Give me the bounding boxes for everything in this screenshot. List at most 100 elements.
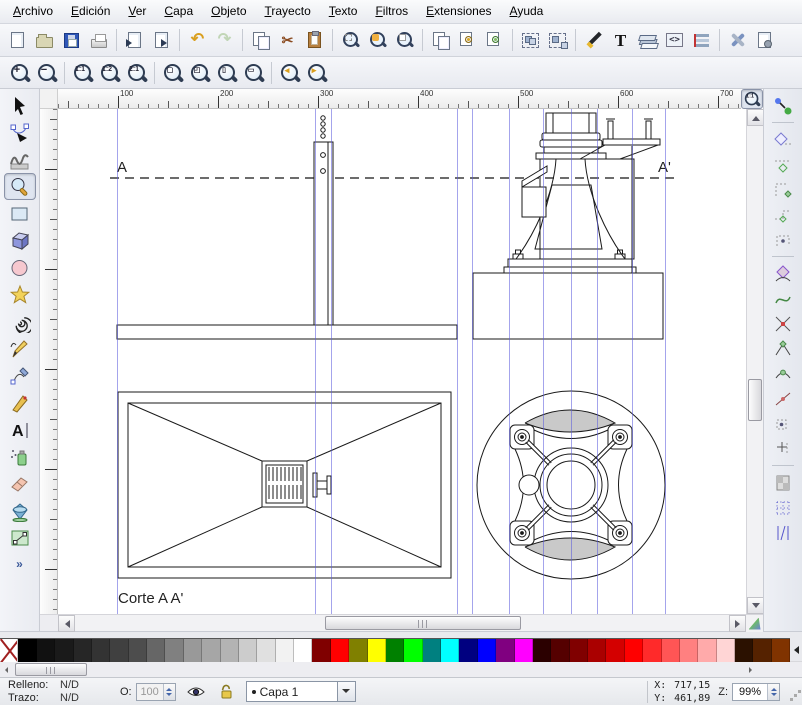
fill-stroke-indicator[interactable]: Relleno: N/D Trazo: N/D (8, 679, 94, 705)
palette-swatch[interactable] (147, 639, 165, 662)
snap-smooth-nodes-button[interactable] (769, 361, 797, 386)
palette-swatch[interactable] (92, 639, 110, 662)
tool-gradient[interactable] (4, 524, 36, 551)
palette-swatch[interactable] (312, 639, 330, 662)
guide-line[interactable] (331, 109, 332, 614)
zoom-selection-button[interactable]: ▢ (159, 59, 186, 86)
palette-swatch[interactable] (184, 639, 202, 662)
palette-swatch[interactable] (74, 639, 92, 662)
tool-3d-box[interactable] (4, 227, 36, 254)
tool-text[interactable]: A (4, 416, 36, 443)
vertical-scroll-track[interactable] (747, 126, 763, 597)
zoom-1-2-button[interactable]: 1:2 (96, 59, 123, 86)
zoom-next-button[interactable]: ▸ (303, 59, 330, 86)
palette-swatch[interactable] (662, 639, 680, 662)
snap-grid-button[interactable] (769, 495, 797, 520)
palette-swatch[interactable] (515, 639, 533, 662)
palette-swatch[interactable] (18, 639, 36, 662)
palette-swatch[interactable] (331, 639, 349, 662)
palette-swatch[interactable] (294, 639, 312, 662)
tool-ellipse[interactable] (4, 254, 36, 281)
palette-swatch[interactable] (588, 639, 606, 662)
zoom-out-button[interactable]: − (33, 59, 60, 86)
paste-button[interactable] (301, 27, 328, 54)
palette-swatch[interactable] (55, 639, 73, 662)
palette-scrollbar-thumb[interactable] (15, 663, 87, 676)
guide-line[interactable] (315, 109, 316, 614)
align-distribute-button[interactable] (688, 27, 715, 54)
zoom-to-page-button[interactable] (391, 27, 418, 54)
palette-swatch[interactable] (496, 639, 514, 662)
zoom-2-1-button[interactable]: 2:1 (123, 59, 150, 86)
palette-swatch[interactable] (37, 639, 55, 662)
palette-swatch[interactable] (551, 639, 569, 662)
zoom-spinbox[interactable]: 99% (732, 683, 780, 701)
tool-zoom[interactable] (4, 173, 36, 200)
palette-swatch[interactable] (680, 639, 698, 662)
guide-line[interactable] (472, 109, 473, 614)
cut-button[interactable]: ✂ (274, 27, 301, 54)
palette-swatch[interactable] (441, 639, 459, 662)
snap-rotation-centers-button[interactable] (769, 436, 797, 461)
undo-button[interactable]: ↶ (184, 27, 211, 54)
snap-page-border-button[interactable] (769, 470, 797, 495)
scroll-up-button[interactable] (747, 109, 764, 126)
palette-swatch[interactable] (606, 639, 624, 662)
tool-eraser[interactable] (4, 470, 36, 497)
layer-selector-dropdown[interactable] (338, 681, 356, 702)
palette-swatch[interactable] (368, 639, 386, 662)
palette-scroll-left-button[interactable] (790, 638, 802, 661)
guide-line[interactable] (597, 109, 598, 614)
menu-ver[interactable]: Ver (119, 0, 155, 23)
zoom-page-button[interactable]: ▯ (213, 59, 240, 86)
zoom-previous-button[interactable]: ◂ (276, 59, 303, 86)
snap-segment-midpoints-button[interactable] (769, 386, 797, 411)
tool-node-editor[interactable] (4, 119, 36, 146)
toolbox-overflow-button[interactable]: » (16, 557, 23, 571)
guide-line[interactable] (543, 109, 544, 614)
horizontal-ruler[interactable]: 100 200 300 400 500 600 700 (58, 89, 741, 109)
zoom-to-drawing-button[interactable] (364, 27, 391, 54)
duplicate-button[interactable] (427, 27, 454, 54)
menu-objeto[interactable]: Objeto (202, 0, 255, 23)
guide-line[interactable] (117, 109, 118, 614)
guide-line[interactable] (632, 109, 633, 614)
unlink-clone-button[interactable] (481, 27, 508, 54)
zoom-to-selection-button[interactable] (337, 27, 364, 54)
snap-bbox-edge-midpoints-button[interactable] (769, 202, 797, 227)
palette-swatch[interactable] (772, 639, 790, 662)
palette-swatch[interactable] (625, 639, 643, 662)
menu-edicion[interactable]: Edición (62, 0, 119, 23)
scroll-down-button[interactable] (747, 597, 764, 614)
snap-to-paths-button[interactable] (769, 286, 797, 311)
new-document-button[interactable] (4, 27, 31, 54)
palette-swatch[interactable] (404, 639, 422, 662)
menu-texto[interactable]: Texto (320, 0, 367, 23)
snap-nodes-button[interactable] (769, 261, 797, 286)
tool-spray[interactable] (4, 443, 36, 470)
zoom-1-1-button[interactable]: 1:1 (69, 59, 96, 86)
layer-lock-toggle[interactable] (216, 683, 236, 701)
horizontal-scroll-thumb[interactable] (325, 616, 521, 630)
snap-cusp-nodes-button[interactable] (769, 336, 797, 361)
palette-swatch[interactable] (533, 639, 551, 662)
palette-swatch[interactable] (129, 639, 147, 662)
menu-archivo[interactable]: Archivo (4, 0, 62, 23)
palette-swatch[interactable] (570, 639, 588, 662)
palette-swatch[interactable] (221, 639, 239, 662)
vertical-scrollbar[interactable] (746, 109, 763, 614)
snap-object-centers-button[interactable] (769, 411, 797, 436)
fill-stroke-dialog-button[interactable] (580, 27, 607, 54)
tool-selector[interactable] (4, 92, 36, 119)
ungroup-button[interactable] (544, 27, 571, 54)
palette-swatch[interactable] (349, 639, 367, 662)
palette-scrollbar-right[interactable] (744, 663, 757, 677)
palette-swatch[interactable] (165, 639, 183, 662)
snap-bbox-centers-button[interactable] (769, 227, 797, 252)
resize-grip[interactable] (786, 686, 798, 698)
palette-swatch[interactable] (386, 639, 404, 662)
xml-editor-button[interactable]: <> (661, 27, 688, 54)
palette-scrollbar-left[interactable] (0, 663, 13, 677)
zoom-in-button[interactable]: + (6, 59, 33, 86)
zoom-spinner[interactable] (767, 684, 779, 700)
